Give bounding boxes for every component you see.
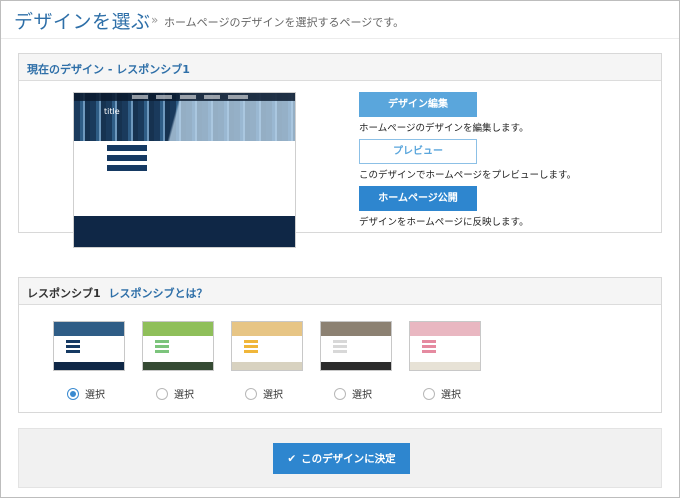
template-hero-image <box>54 322 124 336</box>
template-footer <box>232 362 302 370</box>
template-category-label: レスポンシブ1 <box>27 287 101 300</box>
preview-menu-button <box>107 155 147 161</box>
template-menu-line <box>66 345 80 348</box>
radio-button[interactable] <box>245 387 257 400</box>
template-thumbnail-fruits[interactable] <box>231 321 303 371</box>
preview-menu-button <box>107 165 147 171</box>
preview-nav-item <box>180 95 196 99</box>
template-footer <box>54 362 124 370</box>
template-menu-line <box>155 340 169 343</box>
preview-button[interactable]: プレビュー <box>359 139 477 164</box>
template-radio-meadow[interactable]: 選択 <box>156 383 194 401</box>
template-select-panel: レスポンシブ1 レスポンシブとは？ 選択 選択 選択 選択 選択 <box>18 277 662 413</box>
preview-nav-item <box>156 95 172 99</box>
page-title: デザインを選ぶ <box>14 11 151 33</box>
template-thumbnail-meadow[interactable] <box>142 321 214 371</box>
template-menu-line <box>422 345 436 348</box>
footer-bar: ✔ このデザインに決定 <box>18 428 662 488</box>
check-icon: ✔ <box>287 453 297 465</box>
preview-footer <box>74 216 295 247</box>
radio-label: 選択 <box>352 390 372 401</box>
radio-button[interactable] <box>423 387 435 400</box>
template-select-heading: レスポンシブ1 レスポンシブとは？ <box>19 278 661 305</box>
template-footer <box>321 362 391 370</box>
preview-action: プレビュー このデザインでホームページをプレビューします。 <box>359 139 576 181</box>
radio-label: 選択 <box>263 390 283 401</box>
responsive-help-link[interactable]: レスポンシブとは？ <box>109 287 208 300</box>
template-footer <box>410 362 480 370</box>
radio-label: 選択 <box>441 390 461 401</box>
design-edit-action: デザイン編集 ホームページのデザインを編集します。 <box>359 92 529 134</box>
template-menu-line <box>244 345 258 348</box>
template-footer <box>143 362 213 370</box>
template-menu-line <box>422 340 436 343</box>
template-hero-image <box>410 322 480 336</box>
template-menu-line <box>244 340 258 343</box>
preview-nav-bar <box>74 93 295 141</box>
preview-desc: このデザインでホームページをプレビューします。 <box>359 170 577 181</box>
radio-button[interactable] <box>156 387 168 400</box>
template-menu-line <box>422 350 436 353</box>
template-hero-image <box>143 322 213 336</box>
template-radio-city[interactable]: 選択 <box>67 383 105 401</box>
preview-logo: title <box>104 107 120 116</box>
template-menu-line <box>244 350 258 353</box>
template-hero-image <box>321 322 391 336</box>
radio-label: 選択 <box>85 390 105 401</box>
template-radio-flowers[interactable]: 選択 <box>423 383 461 401</box>
radio-button[interactable] <box>334 387 346 400</box>
template-hero-image <box>232 322 302 336</box>
design-edit-desc: ホームページのデザインを編集します。 <box>359 123 529 134</box>
preview-nav-item <box>204 95 220 99</box>
preview-nav-item <box>228 95 248 99</box>
radio-label: 選択 <box>174 390 194 401</box>
template-menu-line <box>155 350 169 353</box>
radio-button[interactable] <box>67 387 79 400</box>
template-menu-line <box>66 340 80 343</box>
template-menu-line <box>66 350 80 353</box>
breadcrumb-separator-icon: » <box>151 13 159 27</box>
current-design-heading: 現在のデザイン - レスポンシブ1 <box>19 54 661 81</box>
template-menu-line <box>333 345 347 348</box>
page-subtitle: ホームページのデザインを選択するページです。 <box>164 16 405 29</box>
decide-design-button[interactable]: ✔ このデザインに決定 <box>273 443 410 474</box>
preview-nav-item <box>132 95 148 99</box>
decide-button-label: このデザインに決定 <box>301 453 396 465</box>
publish-button[interactable]: ホームページ公開 <box>359 186 477 211</box>
template-radio-fruits[interactable]: 選択 <box>245 383 283 401</box>
preview-menu-button <box>107 145 147 151</box>
template-menu-line <box>333 350 347 353</box>
page-header: デザインを選ぶ » ホームページのデザインを選択するページです。 <box>1 1 679 39</box>
current-design-preview: title <box>73 92 296 248</box>
publish-desc: デザインをホームページに反映します。 <box>359 217 529 228</box>
template-menu-line <box>155 345 169 348</box>
design-edit-button[interactable]: デザイン編集 <box>359 92 477 117</box>
current-design-panel: 現在のデザイン - レスポンシブ1 title デザイン編集 ホームページのデザ… <box>18 53 662 248</box>
template-thumbnail-city[interactable] <box>53 321 125 371</box>
publish-action: ホームページ公開 デザインをホームページに反映します。 <box>359 186 529 228</box>
template-thumbnail-flowers[interactable] <box>409 321 481 371</box>
template-radio-stones[interactable]: 選択 <box>334 383 372 401</box>
template-menu-line <box>333 340 347 343</box>
template-thumbnail-stones[interactable] <box>320 321 392 371</box>
